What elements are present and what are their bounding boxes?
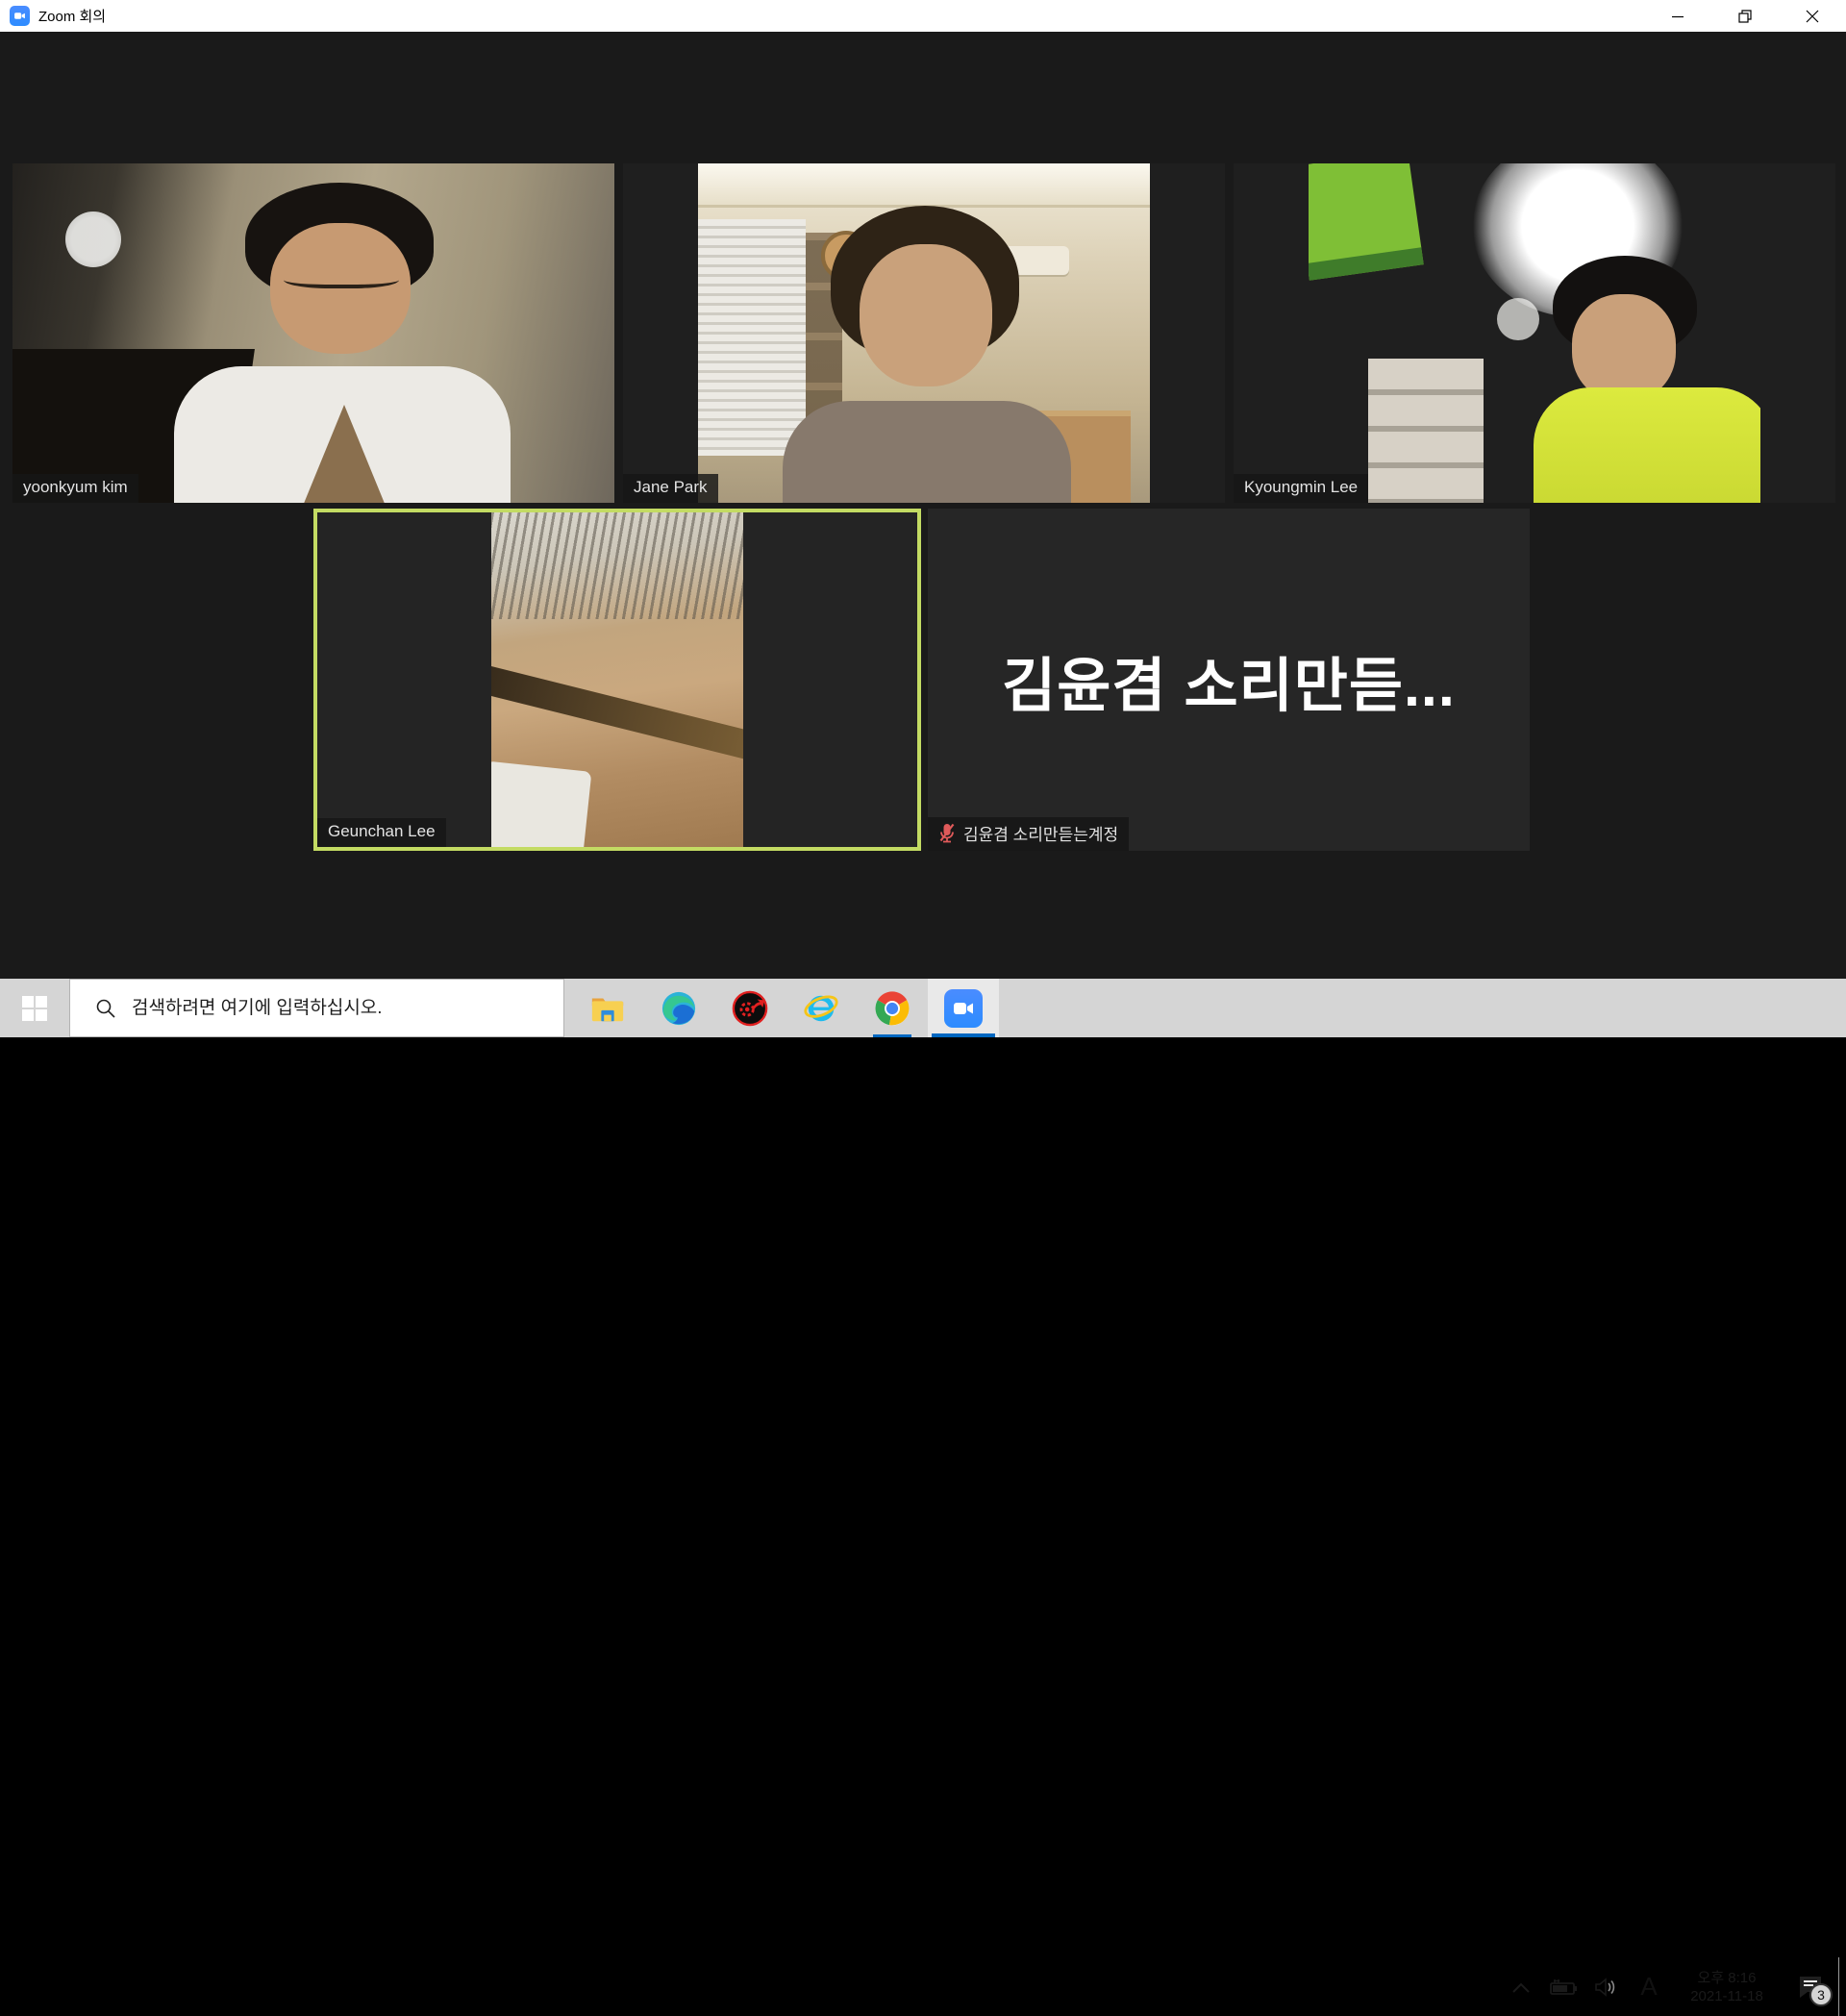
meeting-gallery: yoonkyum kim Jane Park Kyoungmin Lee bbox=[0, 32, 1846, 979]
participant-nameplate: Kyoungmin Lee bbox=[1234, 474, 1368, 503]
participant-nameplate: yoonkyum kim bbox=[12, 474, 138, 503]
zoom-icon bbox=[944, 989, 983, 1028]
taskbar-edge[interactable] bbox=[643, 979, 714, 1037]
search-input[interactable] bbox=[132, 998, 536, 1019]
restore-button[interactable] bbox=[1711, 0, 1779, 32]
clock-time: 오후 8:16 bbox=[1690, 1969, 1763, 1987]
close-button[interactable] bbox=[1779, 0, 1846, 32]
participant-name: Jane Park bbox=[634, 478, 708, 497]
video-feed bbox=[1309, 163, 1760, 503]
chrome-icon bbox=[874, 990, 911, 1027]
title-bar: Zoom 회의 bbox=[0, 0, 1846, 32]
participant-name: Kyoungmin Lee bbox=[1244, 478, 1358, 497]
clock[interactable]: 오후 8:16 2021-11-18 bbox=[1671, 1957, 1783, 2016]
participant-nameplate: 김윤겸 소리만듣는계정 bbox=[928, 817, 1129, 851]
video-tile-kyoungmin-lee[interactable]: Kyoungmin Lee bbox=[1234, 163, 1835, 503]
red-gear-app-icon bbox=[732, 990, 768, 1027]
video-tile-kimyungyeom-no-video[interactable]: 김윤겸 소리만듣... 김윤겸 소리만듣는계정 bbox=[928, 509, 1530, 851]
video-feed bbox=[491, 512, 743, 847]
taskbar-chrome[interactable] bbox=[857, 979, 928, 1037]
start-button[interactable] bbox=[0, 979, 69, 1037]
clock-date: 2021-11-18 bbox=[1690, 1987, 1763, 2005]
taskbar-zoom[interactable] bbox=[928, 979, 999, 1037]
ime-language-indicator[interactable]: A bbox=[1627, 1957, 1671, 2016]
zoom-app-icon bbox=[10, 6, 30, 26]
volume-icon[interactable] bbox=[1584, 1957, 1627, 2016]
window-title: Zoom 회의 bbox=[38, 6, 106, 26]
muted-mic-icon bbox=[938, 823, 956, 844]
taskbar-internet-explorer[interactable] bbox=[786, 979, 857, 1037]
system-tray: A 오후 8:16 2021-11-18 3 bbox=[1500, 1957, 1846, 2016]
zoom-meeting-window: Zoom 회의 yoonkyum kim bbox=[0, 0, 1846, 1037]
taskbar-file-explorer[interactable] bbox=[572, 979, 643, 1037]
show-desktop-button[interactable] bbox=[1838, 1957, 1846, 2016]
participant-name: yoonkyum kim bbox=[23, 478, 128, 497]
file-explorer-icon bbox=[589, 990, 626, 1027]
notification-count-badge: 3 bbox=[1809, 1983, 1833, 2006]
battery-charging-icon[interactable] bbox=[1542, 1957, 1584, 2016]
tray-chevron-up[interactable] bbox=[1500, 1957, 1542, 2016]
internet-explorer-icon bbox=[803, 990, 839, 1027]
participant-nameplate: Jane Park bbox=[623, 474, 718, 503]
taskbar-driver-booster[interactable] bbox=[714, 979, 786, 1037]
participant-display-name-large: 김윤겸 소리만듣... bbox=[928, 509, 1530, 851]
video-feed bbox=[12, 163, 614, 503]
participant-name: Geunchan Lee bbox=[328, 822, 436, 841]
action-center-button[interactable]: 3 bbox=[1783, 1957, 1838, 2016]
participant-nameplate: Geunchan Lee bbox=[317, 818, 446, 847]
participant-name: 김윤겸 소리만듣는계정 bbox=[963, 821, 1118, 845]
minimize-button[interactable] bbox=[1644, 0, 1711, 32]
video-tile-yoonkyum-kim[interactable]: yoonkyum kim bbox=[12, 163, 614, 503]
windows-logo-icon bbox=[22, 996, 47, 1021]
video-feed bbox=[698, 163, 1150, 503]
taskbar-search[interactable] bbox=[69, 979, 564, 1037]
search-icon bbox=[95, 998, 116, 1019]
video-tile-jane-park[interactable]: Jane Park bbox=[623, 163, 1225, 503]
edge-icon bbox=[661, 990, 697, 1027]
windows-taskbar: A 오후 8:16 2021-11-18 3 bbox=[0, 979, 1846, 1037]
video-tile-geunchan-lee-active-speaker[interactable]: Geunchan Lee bbox=[313, 509, 921, 851]
